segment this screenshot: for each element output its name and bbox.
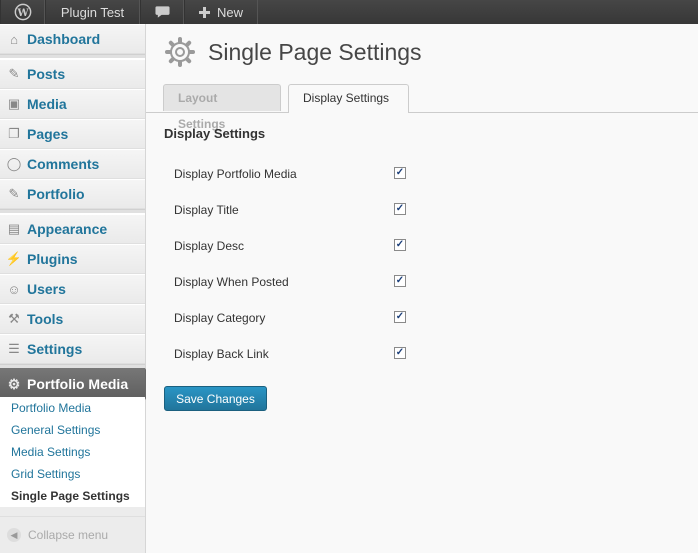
- option-row: Display Category ✓: [174, 308, 414, 328]
- main-content: Single Page Settings Layout Settings Dis…: [146, 24, 698, 553]
- option-row: Display Portfolio Media ✓: [174, 164, 414, 184]
- submenu-general-settings[interactable]: General Settings: [0, 419, 145, 441]
- tab-layout-settings[interactable]: Layout Settings: [163, 84, 281, 131]
- option-row: Display When Posted ✓: [174, 272, 414, 292]
- collapse-icon: ◀: [7, 528, 21, 542]
- display-category-checkbox[interactable]: ✓: [394, 311, 406, 323]
- sidebar-item-dashboard[interactable]: ⌂ Dashboard: [0, 24, 145, 54]
- option-row: Display Desc ✓: [174, 236, 414, 256]
- gear-icon: [165, 37, 195, 67]
- sidebar-item-label: Media: [27, 96, 67, 112]
- plugins-icon: ⚡: [5, 251, 23, 266]
- sidebar-item-label: Users: [27, 281, 66, 297]
- sidebar-item-plugins[interactable]: ⚡ Plugins: [0, 244, 145, 274]
- sidebar-item-posts[interactable]: ✎ Posts: [0, 59, 145, 89]
- sidebar-item-appearance[interactable]: ▤ Appearance: [0, 214, 145, 244]
- option-label: Display Desc: [174, 239, 245, 253]
- comment-icon: ◯: [6, 156, 22, 171]
- sidebar-item-portfolio-media[interactable]: ⚙ Portfolio Media: [0, 368, 154, 400]
- sidebar-item-label: Settings: [27, 341, 83, 357]
- tools-icon: ⚒: [8, 311, 20, 326]
- sidebar-item-settings[interactable]: ☰ Settings: [0, 334, 145, 364]
- wordpress-icon: W: [14, 3, 31, 21]
- svg-text:W: W: [16, 8, 29, 19]
- plus-icon: [199, 6, 210, 18]
- settings-icon: ☰: [8, 341, 20, 356]
- sidebar-item-label: Posts: [27, 66, 66, 82]
- submenu-grid-settings[interactable]: Grid Settings: [0, 463, 145, 485]
- collapse-menu-button[interactable]: ◀ Collapse menu: [0, 516, 145, 553]
- option-row: Display Back Link ✓: [174, 344, 414, 364]
- sidebar-item-label: Comments: [27, 156, 100, 172]
- sidebar-item-label: Portfolio: [27, 186, 85, 202]
- submenu-portfolio-media[interactable]: Portfolio Media: [0, 397, 145, 419]
- sidebar-item-label: Tools: [27, 311, 64, 327]
- dashboard-icon: ⌂: [10, 31, 18, 47]
- page-header: Single Page Settings: [164, 36, 422, 68]
- pages-icon: ❐: [8, 126, 20, 141]
- users-icon: ☺: [7, 281, 21, 297]
- option-label: Display Title: [174, 203, 239, 217]
- gear-icon: ⚙: [7, 375, 21, 392]
- display-back-link-checkbox[interactable]: ✓: [394, 347, 406, 359]
- comments-button[interactable]: [140, 0, 184, 24]
- new-content-button[interactable]: New: [184, 0, 259, 24]
- sidebar-item-label: Pages: [27, 126, 69, 142]
- option-label: Display Back Link: [174, 347, 269, 361]
- option-label: Display Portfolio Media: [174, 167, 297, 181]
- section-title: Display Settings: [164, 126, 266, 141]
- admin-bar: W Plugin Test New: [0, 0, 698, 24]
- sidebar-item-tools[interactable]: ⚒ Tools: [0, 304, 145, 334]
- sidebar-item-pages[interactable]: ❐ Pages: [0, 119, 145, 149]
- sidebar-item-label: Plugins: [27, 251, 78, 267]
- wordpress-logo-button[interactable]: W: [0, 0, 45, 24]
- portfolio-media-submenu: Portfolio Media General Settings Media S…: [0, 397, 145, 507]
- site-name-link[interactable]: Plugin Test: [45, 0, 140, 24]
- sidebar-item-users[interactable]: ☺ Users: [0, 274, 145, 304]
- tab-display-settings[interactable]: Display Settings: [288, 84, 409, 113]
- submenu-single-page-settings[interactable]: Single Page Settings: [0, 485, 145, 507]
- pin-icon: ✎: [8, 66, 20, 81]
- media-icon: ▣: [7, 96, 21, 111]
- sidebar-item-media[interactable]: ▣ Media: [0, 89, 145, 119]
- sidebar-item-portfolio[interactable]: ✎ Portfolio: [0, 179, 145, 209]
- settings-tabs: Layout Settings Display Settings: [146, 84, 698, 131]
- save-changes-button[interactable]: Save Changes: [164, 386, 267, 411]
- display-desc-checkbox[interactable]: ✓: [394, 239, 406, 251]
- admin-sidebar: ⌂ Dashboard ✎ Posts ▣ Media ❐ Pages ◯ Co…: [0, 24, 154, 553]
- sidebar-item-label: Portfolio Media: [27, 376, 129, 392]
- appearance-icon: ▤: [7, 221, 21, 236]
- page-title: Single Page Settings: [208, 38, 422, 65]
- display-portfolio-media-checkbox[interactable]: ✓: [394, 167, 406, 179]
- option-label: Display When Posted: [174, 275, 289, 289]
- option-row: Display Title ✓: [174, 200, 414, 220]
- display-title-checkbox[interactable]: ✓: [394, 203, 406, 215]
- option-label: Display Category: [174, 311, 266, 325]
- new-label: New: [217, 4, 244, 20]
- pin-icon: ✎: [8, 186, 20, 201]
- sidebar-item-label: Appearance: [27, 221, 108, 237]
- display-when-posted-checkbox[interactable]: ✓: [394, 275, 406, 287]
- site-name-label: Plugin Test: [60, 4, 125, 20]
- collapse-label: Collapse menu: [28, 528, 109, 542]
- comment-icon: [154, 6, 170, 18]
- submenu-media-settings[interactable]: Media Settings: [0, 441, 145, 463]
- sidebar-item-comments[interactable]: ◯ Comments: [0, 149, 145, 179]
- sidebar-item-label: Dashboard: [27, 31, 101, 47]
